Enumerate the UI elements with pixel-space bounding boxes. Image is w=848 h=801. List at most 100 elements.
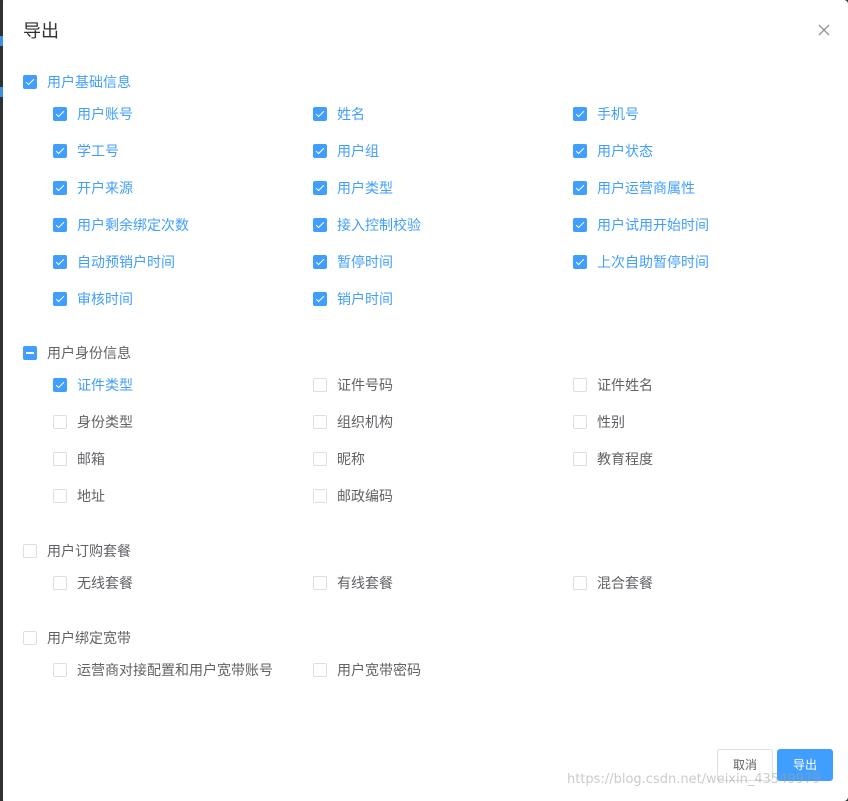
field-checkbox[interactable]: 开户来源 — [53, 178, 133, 198]
checkbox-label: 组织机构 — [337, 415, 393, 431]
checkbox-box[interactable] — [573, 415, 587, 429]
checkbox-box[interactable] — [23, 346, 37, 360]
checkbox-box[interactable] — [53, 576, 67, 590]
field-checkbox[interactable]: 用户组 — [313, 141, 379, 161]
checkbox-label: 证件类型 — [77, 378, 133, 394]
checkbox-box[interactable] — [313, 181, 327, 195]
checkbox-box[interactable] — [573, 218, 587, 232]
checkbox-box[interactable] — [573, 452, 587, 466]
checkbox-box[interactable] — [313, 144, 327, 158]
field-checkbox[interactable]: 上次自助暂停时间 — [573, 252, 709, 272]
checkbox-label: 用户账号 — [77, 107, 133, 123]
field-checkbox[interactable]: 用户试用开始时间 — [573, 215, 709, 235]
checkbox-box[interactable] — [53, 378, 67, 392]
checkbox-label: 教育程度 — [597, 452, 653, 468]
checkbox-label: 地址 — [77, 489, 105, 505]
checkbox-box[interactable] — [53, 292, 67, 306]
field-checkbox[interactable]: 审核时间 — [53, 289, 133, 309]
checkbox-box[interactable] — [53, 255, 67, 269]
background-overlay-strip — [0, 0, 3, 801]
field-checkbox[interactable]: 昵称 — [313, 449, 365, 469]
checkbox-box[interactable] — [313, 107, 327, 121]
checkbox-box[interactable] — [573, 255, 587, 269]
field-checkbox[interactable]: 销户时间 — [313, 289, 393, 309]
checkbox-box[interactable] — [23, 75, 37, 89]
checkbox-box[interactable] — [573, 107, 587, 121]
field-checkbox[interactable]: 暂停时间 — [313, 252, 393, 272]
checkbox-box[interactable] — [573, 576, 587, 590]
checkbox-box[interactable] — [23, 544, 37, 558]
field-checkbox[interactable]: 用户剩余绑定次数 — [53, 215, 189, 235]
field-checkbox[interactable]: 用户状态 — [573, 141, 653, 161]
checkbox-box[interactable] — [53, 107, 67, 121]
field-checkbox[interactable]: 有线套餐 — [313, 573, 393, 593]
checkbox-label: 用户绑定宽带 — [47, 631, 131, 647]
checkbox-box[interactable] — [313, 489, 327, 503]
cancel-button[interactable]: 取消 — [717, 749, 773, 781]
checkbox-box[interactable] — [313, 255, 327, 269]
checkbox-box[interactable] — [53, 452, 67, 466]
checkbox-box[interactable] — [313, 415, 327, 429]
checkbox-box[interactable] — [53, 144, 67, 158]
checkbox-label: 暂停时间 — [337, 255, 393, 271]
field-checkbox[interactable]: 姓名 — [313, 104, 365, 124]
field-checkbox[interactable]: 学工号 — [53, 141, 119, 161]
field-checkbox[interactable]: 组织机构 — [313, 412, 393, 432]
checkbox-label: 身份类型 — [77, 415, 133, 431]
checkbox-label: 接入控制校验 — [337, 218, 421, 234]
checkbox-label: 用户宽带密码 — [337, 663, 421, 679]
background-marker — [0, 87, 3, 97]
field-checkbox[interactable]: 用户账号 — [53, 104, 133, 124]
checkbox-label: 用户身份信息 — [47, 346, 131, 362]
field-checkbox[interactable]: 无线套餐 — [53, 573, 133, 593]
field-checkbox[interactable]: 运营商对接配置和用户宽带账号 — [53, 660, 273, 680]
field-checkbox[interactable]: 自动预销户时间 — [53, 252, 175, 272]
checkbox-box[interactable] — [573, 144, 587, 158]
checkbox-label: 用户状态 — [597, 144, 653, 160]
group-checkbox-2[interactable]: 用户身份信息 — [23, 343, 131, 363]
field-checkbox[interactable]: 混合套餐 — [573, 573, 653, 593]
checkbox-box[interactable] — [53, 489, 67, 503]
checkbox-box[interactable] — [313, 292, 327, 306]
checkbox-box[interactable] — [313, 452, 327, 466]
field-checkbox[interactable]: 证件类型 — [53, 375, 133, 395]
group-checkbox-3[interactable]: 用户订购套餐 — [23, 541, 131, 561]
checkbox-box[interactable] — [313, 378, 327, 392]
field-checkbox[interactable]: 地址 — [53, 486, 105, 506]
field-checkbox[interactable]: 接入控制校验 — [313, 215, 421, 235]
checkbox-label: 学工号 — [77, 144, 119, 160]
checkbox-box[interactable] — [53, 415, 67, 429]
field-checkbox[interactable]: 证件姓名 — [573, 375, 653, 395]
checkbox-box[interactable] — [53, 181, 67, 195]
checkbox-box[interactable] — [313, 576, 327, 590]
checkbox-label: 证件号码 — [337, 378, 393, 394]
checkbox-box[interactable] — [23, 631, 37, 645]
field-checkbox[interactable]: 手机号 — [573, 104, 639, 124]
checkbox-box[interactable] — [573, 378, 587, 392]
checkbox-box[interactable] — [313, 218, 327, 232]
checkbox-box[interactable] — [313, 663, 327, 677]
checkbox-label: 邮政编码 — [337, 489, 393, 505]
checkbox-box[interactable] — [53, 218, 67, 232]
field-checkbox[interactable]: 用户运营商属性 — [573, 178, 695, 198]
checkbox-box[interactable] — [573, 181, 587, 195]
checkbox-label: 昵称 — [337, 452, 365, 468]
checkbox-label: 无线套餐 — [77, 576, 133, 592]
field-checkbox[interactable]: 教育程度 — [573, 449, 653, 469]
export-button[interactable]: 导出 — [777, 749, 833, 781]
checkbox-label: 用户订购套餐 — [47, 544, 131, 560]
field-checkbox[interactable]: 性别 — [573, 412, 625, 432]
field-checkbox[interactable]: 邮箱 — [53, 449, 105, 469]
field-checkbox[interactable]: 证件号码 — [313, 375, 393, 395]
checkbox-box[interactable] — [53, 663, 67, 677]
field-checkbox[interactable]: 用户宽带密码 — [313, 660, 421, 680]
field-checkbox[interactable]: 邮政编码 — [313, 486, 393, 506]
group-checkbox-4[interactable]: 用户绑定宽带 — [23, 628, 131, 648]
checkbox-label: 开户来源 — [77, 181, 133, 197]
field-checkbox[interactable]: 用户类型 — [313, 178, 393, 198]
field-checkbox[interactable]: 身份类型 — [53, 412, 133, 432]
checkbox-label: 邮箱 — [77, 452, 105, 468]
group-checkbox-1[interactable]: 用户基础信息 — [23, 72, 131, 92]
close-icon[interactable] — [816, 22, 832, 38]
checkbox-label: 用户剩余绑定次数 — [77, 218, 189, 234]
